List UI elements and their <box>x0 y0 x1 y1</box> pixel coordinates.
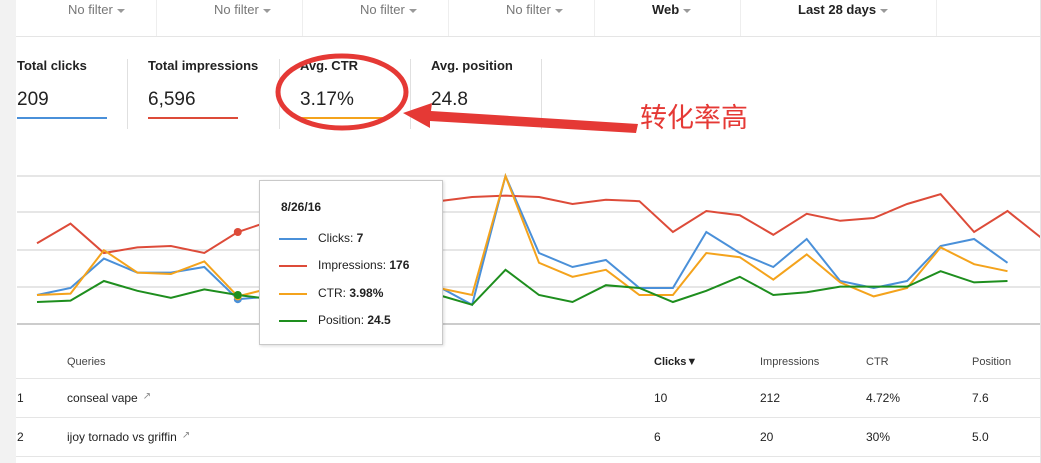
col-position[interactable]: Position <box>972 356 1011 368</box>
table-header: Queries Clicks▼ Impressions CTR Position <box>16 346 1041 379</box>
chart-tooltip: 8/26/16 Clicks: 7 Impressions: 176 CTR: … <box>259 180 443 345</box>
impressions-cell: 20 <box>760 430 774 444</box>
clicks-cell: 6 <box>654 430 661 444</box>
external-link-icon[interactable]: ↗ <box>182 430 190 441</box>
legend-swatch <box>279 319 307 322</box>
tooltip-row-clicks: Clicks: 7 <box>279 231 363 245</box>
impressions-cell: 212 <box>760 391 781 405</box>
query-text: ijoy tornado vs griffin <box>67 430 177 444</box>
table-row[interactable]: 2 ijoy tornado vs griffin ↗ 6 20 30% 5.0 <box>16 418 1041 457</box>
tooltip-series-name: Position <box>318 313 361 327</box>
row-rank: 2 <box>17 430 24 444</box>
tooltip-row-position: Position: 24.5 <box>279 313 391 327</box>
external-link-icon[interactable]: ↗ <box>143 391 151 402</box>
clicks-cell: 10 <box>654 391 668 405</box>
tooltip-series-name: CTR <box>318 286 343 300</box>
position-cell: 5.0 <box>972 430 989 444</box>
tooltip-row-impressions: Impressions: 176 <box>279 258 409 272</box>
legend-swatch <box>279 264 307 267</box>
col-queries[interactable]: Queries <box>67 356 106 368</box>
table-row[interactable]: 1 conseal vape ↗ 10 212 4.72% 7.6 <box>16 379 1041 418</box>
query-cell[interactable]: conseal vape ↗ <box>67 391 151 405</box>
ctr-cell: 4.72% <box>866 391 901 405</box>
legend-swatch <box>279 237 307 240</box>
highlight-ellipse <box>275 53 409 131</box>
tooltip-date: 8/26/16 <box>281 200 322 214</box>
tooltip-row-ctr: CTR: 3.98% <box>279 286 383 300</box>
position-cell: 7.6 <box>972 391 989 405</box>
tooltip-series-value: 176 <box>389 258 410 272</box>
col-impressions[interactable]: Impressions <box>760 356 819 368</box>
row-rank: 1 <box>17 391 24 405</box>
tooltip-series-name: Impressions <box>318 258 383 272</box>
col-ctr[interactable]: CTR <box>866 356 889 368</box>
arrow-shape <box>403 103 638 133</box>
annotation-text: 转化率高 <box>640 103 748 134</box>
query-cell[interactable]: ijoy tornado vs griffin ↗ <box>67 430 190 444</box>
tooltip-series-name: Clicks <box>318 231 350 245</box>
tooltip-series-value: 3.98% <box>349 286 384 300</box>
tooltip-series-value: 24.5 <box>367 313 391 327</box>
tooltip-series-value: 7 <box>356 231 364 245</box>
ctr-cell: 30% <box>866 430 891 444</box>
col-clicks-sorted[interactable]: Clicks▼ <box>654 356 697 368</box>
query-text: conseal vape <box>67 391 138 405</box>
legend-swatch <box>279 292 307 295</box>
